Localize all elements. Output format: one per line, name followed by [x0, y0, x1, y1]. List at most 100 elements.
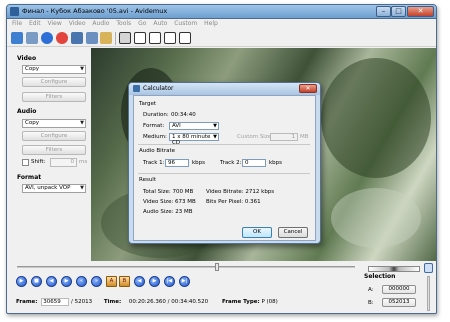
- side-by-side-icon[interactable]: [149, 32, 161, 44]
- minimize-button[interactable]: –: [376, 6, 391, 17]
- calculator-body: Target Duration: 00:34:40 Format: AVI ▼ M…: [133, 95, 316, 241]
- display-input-icon[interactable]: [119, 32, 131, 44]
- menu-tools[interactable]: Tools: [116, 19, 131, 29]
- top-bottom-icon[interactable]: [164, 32, 176, 44]
- save-icon[interactable]: [26, 32, 38, 44]
- shift-input[interactable]: 0: [50, 158, 77, 167]
- video-frame-shape: [331, 188, 421, 248]
- menu-edit[interactable]: Edit: [29, 19, 41, 29]
- chevron-down-icon: ▼: [80, 120, 84, 126]
- frame-total: / 52013: [71, 299, 93, 305]
- track2-label: Track 2:: [220, 160, 242, 166]
- maximize-button[interactable]: □: [391, 6, 406, 17]
- medium-select[interactable]: 1 x 80 minute CD ▼: [169, 133, 219, 146]
- previous-black-frame-icon[interactable]: ◀: [134, 276, 145, 287]
- calculator-title-bar: Calculator ✕: [129, 83, 320, 95]
- frame-type-value: P (08): [261, 299, 278, 305]
- timeline-track: [17, 266, 355, 268]
- audio-codec-select[interactable]: Copy ▼: [22, 119, 86, 128]
- play-icon[interactable]: ▶: [16, 276, 27, 287]
- properties-icon[interactable]: [86, 32, 98, 44]
- frame-label: Frame:: [16, 299, 38, 305]
- close-button[interactable]: ✕: [407, 6, 434, 17]
- time-value: 00:20:26.360: [128, 299, 166, 305]
- status-line: Frame: 30659 / 52013 Time: 00:20:26.360 …: [16, 298, 278, 306]
- format-label: Format:: [143, 123, 165, 129]
- menu-file[interactable]: File: [12, 19, 22, 29]
- duration-label: Duration:: [143, 112, 169, 118]
- track1-label: Track 1:: [143, 160, 165, 166]
- previous-frame-icon[interactable]: ◀: [46, 276, 57, 287]
- menu-go[interactable]: Go: [138, 19, 146, 29]
- previous-keyframe-icon[interactable]: «: [76, 276, 87, 287]
- menu-help[interactable]: Help: [204, 19, 218, 29]
- next-black-frame-icon[interactable]: ▶: [149, 276, 160, 287]
- audio-configure-button[interactable]: Configure: [22, 131, 86, 141]
- custom-size-unit: MB: [300, 134, 309, 140]
- track2-input[interactable]: 0: [242, 159, 266, 167]
- audio-codec-value: Copy: [25, 120, 39, 126]
- video-size-text: Video Size: 673 MB: [143, 199, 196, 205]
- calculator-title: Calculator: [143, 85, 174, 92]
- menu-auto[interactable]: Auto: [153, 19, 167, 29]
- format-select[interactable]: AVI, unpack VOP ▼: [22, 184, 86, 193]
- video-codec-value: Copy: [25, 66, 39, 72]
- video-configure-button[interactable]: Configure: [22, 77, 86, 87]
- medium-label: Medium:: [143, 134, 167, 140]
- total-size-text: Total Size: 700 MB: [143, 189, 194, 195]
- encode-icon[interactable]: [71, 32, 83, 44]
- menu-bar: File Edit View Video Audio Tools Go Auto…: [7, 19, 436, 29]
- track1-input[interactable]: 96: [165, 159, 189, 167]
- time-total: / 00:34:40.520: [167, 299, 209, 305]
- first-frame-icon[interactable]: |◀: [164, 276, 175, 287]
- menu-custom[interactable]: Custom: [174, 19, 197, 29]
- menu-audio[interactable]: Audio: [92, 19, 109, 29]
- custom-size-input[interactable]: 1: [270, 133, 298, 141]
- chevron-down-icon: ▼: [80, 66, 84, 72]
- calculator-icon: [133, 85, 140, 92]
- ok-button[interactable]: OK: [242, 227, 272, 238]
- help-icon[interactable]: [56, 32, 68, 44]
- shift-unit: ms: [79, 159, 88, 165]
- timeline-thumb[interactable]: [215, 263, 219, 271]
- info-icon[interactable]: [41, 32, 53, 44]
- format-select[interactable]: AVI ▼: [169, 122, 219, 130]
- menu-video[interactable]: Video: [69, 19, 86, 29]
- frame-type-label: Frame Type:: [221, 299, 260, 305]
- video-frame-shape: [321, 58, 431, 178]
- title-bar: Финал - Кубок Абзаково '05.avi - Avidemu…: [7, 5, 436, 19]
- marker-b-icon[interactable]: B: [119, 276, 130, 287]
- video-bitrate-text: Video Bitrate: 2712 kbps: [206, 189, 275, 195]
- clipboard-icon[interactable]: [100, 32, 112, 44]
- chevron-down-icon: ▼: [213, 123, 217, 129]
- timeline-slider[interactable]: [17, 263, 355, 271]
- next-frame-icon[interactable]: ▶: [61, 276, 72, 287]
- calculator-close-button[interactable]: ✕: [299, 84, 317, 93]
- selection-a-label: A:: [368, 287, 374, 293]
- menu-view[interactable]: View: [48, 19, 62, 29]
- toolbar-separator: [115, 32, 116, 45]
- shift-checkbox[interactable]: [22, 159, 29, 166]
- video-codec-select[interactable]: Copy ▼: [22, 65, 86, 74]
- toolbar: [7, 29, 436, 47]
- sidebar: Video Copy ▼ Configure Filters Audio Copy…: [7, 48, 90, 261]
- marker-a-icon[interactable]: A: [106, 276, 117, 287]
- next-keyframe-icon[interactable]: »: [91, 276, 102, 287]
- video-filters-button[interactable]: Filters: [22, 92, 86, 102]
- section-divider: [138, 173, 310, 174]
- audio-filters-button[interactable]: Filters: [22, 145, 86, 155]
- track2-unit: kbps: [269, 160, 283, 166]
- selection-a-button[interactable]: 000000: [382, 285, 416, 294]
- stop-icon[interactable]: ■: [31, 276, 42, 287]
- cancel-button[interactable]: Cancel: [278, 227, 308, 238]
- app-icon: [10, 7, 19, 16]
- window-title: Финал - Кубок Абзаково '05.avi - Avidemu…: [22, 7, 168, 15]
- open-icon[interactable]: [11, 32, 23, 44]
- track1-unit: kbps: [192, 160, 206, 166]
- selection-b-label: B:: [368, 300, 374, 306]
- selection-b-button[interactable]: 052013: [382, 298, 416, 307]
- last-frame-icon[interactable]: ▶|: [179, 276, 190, 287]
- format-section-title: Format: [17, 174, 42, 181]
- display-output-icon[interactable]: [134, 32, 146, 44]
- preview-icon[interactable]: [179, 32, 191, 44]
